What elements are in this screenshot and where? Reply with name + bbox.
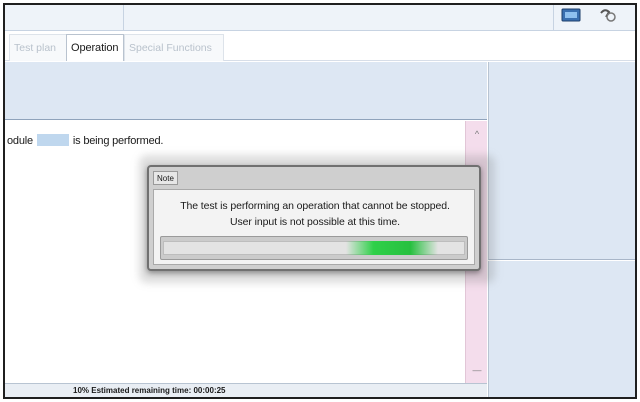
scroll-down-icon[interactable]: ― xyxy=(466,361,488,379)
toolbar-separator xyxy=(123,5,124,31)
module-suffix: is being performed. xyxy=(72,135,164,147)
tab-test-plan[interactable]: Test plan xyxy=(9,34,67,61)
dialog-message-line-2: User input is not possible at this time. xyxy=(230,216,400,228)
app-window: Test plan Operation Special Functions od… xyxy=(3,3,637,399)
tab-bar: Test plan Operation Special Functions xyxy=(5,31,635,61)
toolbar-screen-icon[interactable] xyxy=(561,7,583,23)
dialog-message-line-1: The test is performing an operation that… xyxy=(180,200,450,212)
dialog-title: Note xyxy=(153,171,178,185)
tab-operation[interactable]: Operation xyxy=(66,34,124,61)
scroll-up-icon[interactable]: ^ xyxy=(466,125,488,143)
toolbar-separator xyxy=(553,5,554,31)
operation-header-band xyxy=(5,62,487,120)
right-panel-top xyxy=(488,62,635,260)
module-name-redacted xyxy=(36,134,69,146)
note-dialog: Note The test is performing an operation… xyxy=(147,165,481,271)
progress-indicator xyxy=(346,241,438,255)
right-panel-bottom xyxy=(488,261,635,397)
dialog-body: The test is performing an operation that… xyxy=(153,189,475,265)
module-prefix: odule xyxy=(7,135,33,147)
top-toolbar xyxy=(5,5,635,31)
dialog-progress-bar xyxy=(160,236,468,260)
module-status-line: odule is being performed. xyxy=(7,134,163,147)
status-progress-text: 10% Estimated remaining time: 00:00:25 xyxy=(73,386,226,395)
tab-special-functions[interactable]: Special Functions xyxy=(124,34,224,61)
toolbar-help-icon[interactable] xyxy=(597,7,619,23)
status-bar: 10% Estimated remaining time: 00:00:25 xyxy=(5,383,487,397)
